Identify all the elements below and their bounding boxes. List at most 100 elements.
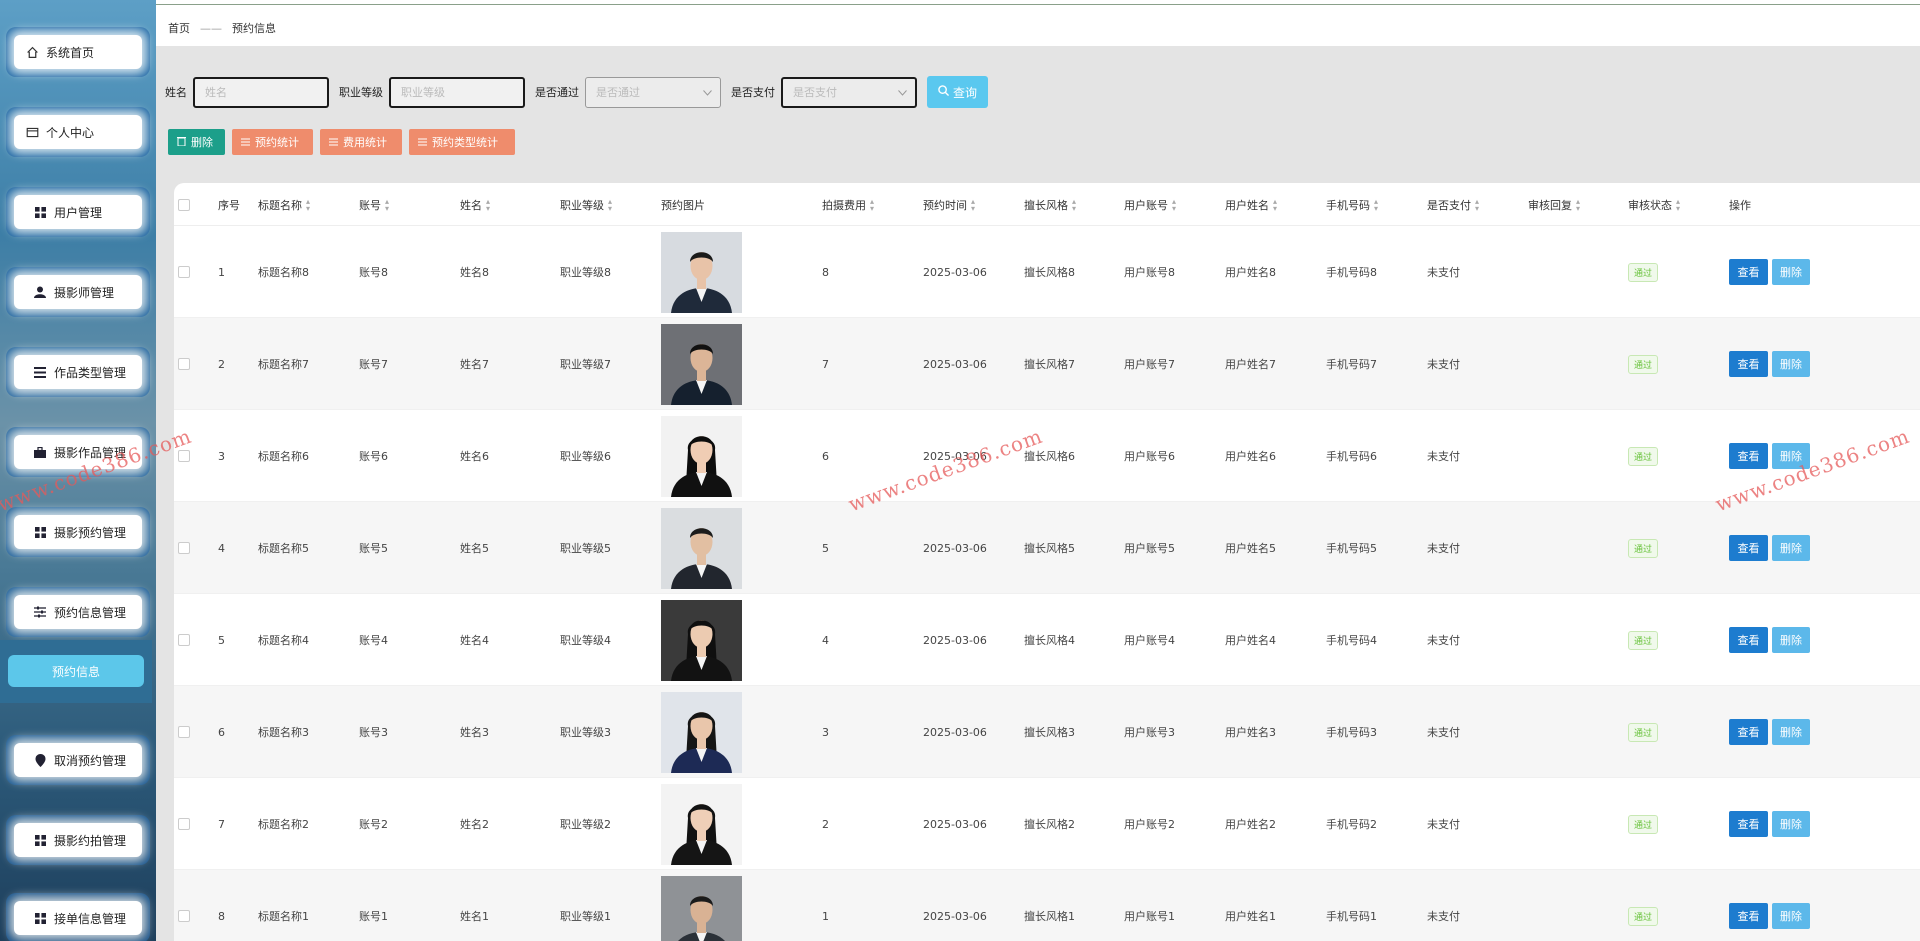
view-button[interactable]: 查看 bbox=[1729, 627, 1768, 653]
header-time[interactable]: 预约时间 ▴ ▾ bbox=[923, 183, 975, 226]
fee-stats-button[interactable]: 费用统计 bbox=[320, 129, 402, 155]
row-checkbox[interactable] bbox=[178, 318, 190, 410]
header-level[interactable]: 职业等级 ▴ ▾ bbox=[560, 183, 612, 226]
select-all-checkbox[interactable] bbox=[178, 183, 190, 226]
sidebar-item-label: 预约信息管理 bbox=[54, 605, 127, 620]
table-row: 7 标题名称2 账号2 姓名2 职业等级2 2 2025-03-06 擅长风格2 用户账号2 用户… bbox=[174, 778, 1920, 870]
row-checkbox[interactable] bbox=[178, 502, 190, 594]
row-checkbox[interactable] bbox=[178, 870, 190, 941]
row-delete-button[interactable]: 删除 bbox=[1772, 627, 1810, 653]
row-delete-button[interactable]: 删除 bbox=[1772, 535, 1810, 561]
view-button[interactable]: 查看 bbox=[1729, 811, 1768, 837]
sort-icon: ▴ ▾ bbox=[608, 196, 613, 213]
cell-actions: 查看 删除 bbox=[1729, 686, 1810, 778]
level-input[interactable]: 职业等级 bbox=[389, 76, 525, 108]
header-fee[interactable]: 拍摄费用 ▴ ▾ bbox=[822, 183, 874, 226]
pass-select-placeholder: 是否通过 bbox=[596, 86, 640, 99]
row-checkbox[interactable] bbox=[178, 686, 190, 778]
query-button[interactable]: 查询 bbox=[927, 76, 988, 108]
cell-actions: 查看 删除 bbox=[1729, 778, 1810, 870]
cell-phone: 手机号码2 bbox=[1326, 818, 1377, 831]
row-checkbox[interactable] bbox=[178, 594, 190, 686]
sidebar-item-photo-appointment-management[interactable]: 摄影约拍管理 bbox=[6, 815, 150, 865]
batch-delete-button[interactable]: 删除 bbox=[168, 129, 225, 155]
view-button[interactable]: 查看 bbox=[1729, 903, 1768, 929]
cell-name: 姓名2 bbox=[460, 818, 489, 831]
sidebar-item-cancel-booking-management[interactable]: 取消预约管理 bbox=[6, 735, 150, 785]
row-delete-button[interactable]: 删除 bbox=[1772, 351, 1810, 377]
sidebar-item-user-management[interactable]: 用户管理 bbox=[6, 187, 150, 237]
header-phone[interactable]: 手机号码 ▴ ▾ bbox=[1326, 183, 1378, 226]
cell-level: 职业等级7 bbox=[560, 358, 611, 371]
name-input[interactable]: 姓名 bbox=[193, 76, 329, 108]
cell-time: 2025-03-06 bbox=[923, 817, 987, 831]
cell-account: 账号4 bbox=[359, 634, 388, 647]
header-user-name[interactable]: 用户姓名 ▴ ▾ bbox=[1225, 183, 1277, 226]
header-actions: 操作 bbox=[1729, 198, 1751, 212]
row-delete-button[interactable]: 删除 bbox=[1772, 719, 1810, 745]
sidebar-item-home[interactable]: 系统首页 bbox=[6, 27, 150, 77]
portrait-image bbox=[661, 691, 742, 773]
cell-photo bbox=[661, 318, 742, 410]
header-reply[interactable]: 审核回复 ▴ ▾ bbox=[1528, 183, 1580, 226]
cell-name: 姓名4 bbox=[460, 634, 489, 647]
pass-select[interactable]: 是否通过 bbox=[585, 76, 721, 108]
cell-actions: 查看 删除 bbox=[1729, 226, 1810, 318]
header-account[interactable]: 账号 ▴ ▾ bbox=[359, 183, 389, 226]
cell-paid: 未支付 bbox=[1427, 910, 1460, 923]
pay-select[interactable]: 是否支付 bbox=[781, 76, 917, 108]
cell-user-name: 用户姓名8 bbox=[1225, 266, 1276, 279]
sidebar-item-photographer-management[interactable]: 摄影师管理 bbox=[6, 267, 150, 317]
row-checkbox[interactable] bbox=[178, 778, 190, 870]
row-delete-button[interactable]: 删除 bbox=[1772, 259, 1810, 285]
sidebar-item-work-type-management[interactable]: 作品类型管理 bbox=[6, 347, 150, 397]
cell-name: 姓名8 bbox=[460, 266, 489, 279]
header-title[interactable]: 标题名称 ▴ ▾ bbox=[258, 183, 310, 226]
view-button[interactable]: 查看 bbox=[1729, 719, 1768, 745]
sidebar-item-order-info-management[interactable]: 接单信息管理 bbox=[6, 893, 150, 941]
header-name[interactable]: 姓名 ▴ ▾ bbox=[460, 183, 490, 226]
view-button[interactable]: 查看 bbox=[1729, 351, 1768, 377]
view-button[interactable]: 查看 bbox=[1729, 443, 1768, 469]
cell-photo bbox=[661, 778, 742, 870]
cell-name: 姓名3 bbox=[460, 726, 489, 739]
cell-phone: 手机号码1 bbox=[1326, 910, 1377, 923]
cell-no: 6 bbox=[218, 725, 225, 739]
cell-level: 职业等级4 bbox=[560, 634, 611, 647]
sort-icon: ▴ ▾ bbox=[486, 196, 491, 213]
portrait-image bbox=[661, 599, 742, 681]
row-delete-button[interactable]: 删除 bbox=[1772, 903, 1810, 929]
cell-user-account: 用户账号2 bbox=[1124, 818, 1175, 831]
portrait-image bbox=[661, 231, 742, 313]
sidebar-item-label: 用户管理 bbox=[54, 205, 103, 220]
view-button[interactable]: 查看 bbox=[1729, 535, 1768, 561]
cell-title: 标题名称2 bbox=[258, 818, 309, 831]
cell-style: 擅长风格7 bbox=[1024, 358, 1075, 371]
cell-account: 账号7 bbox=[359, 358, 388, 371]
sidebar-item-booking-info-management[interactable]: 预约信息管理 bbox=[6, 587, 150, 637]
header-user-account[interactable]: 用户账号 ▴ ▾ bbox=[1124, 183, 1176, 226]
cell-style: 擅长风格1 bbox=[1024, 910, 1075, 923]
type-stats-button[interactable]: 预约类型统计 bbox=[409, 129, 515, 155]
header-paid[interactable]: 是否支付 ▴ ▾ bbox=[1427, 183, 1479, 226]
cell-paid: 未支付 bbox=[1427, 818, 1460, 831]
sidebar-item-label: 摄影师管理 bbox=[54, 285, 115, 300]
header-status[interactable]: 审核状态 ▴ ▾ bbox=[1628, 183, 1680, 226]
header-style[interactable]: 擅长风格 ▴ ▾ bbox=[1024, 183, 1076, 226]
table-row: 3 标题名称6 账号6 姓名6 职业等级6 6 2025-03-06 擅长风格6 用户账号6 用户… bbox=[174, 410, 1920, 502]
sidebar-item-photo-booking-management[interactable]: 摄影预约管理 bbox=[6, 507, 150, 557]
cell-title: 标题名称3 bbox=[258, 726, 309, 739]
row-delete-button[interactable]: 删除 bbox=[1772, 811, 1810, 837]
row-checkbox[interactable] bbox=[178, 226, 190, 318]
cell-phone: 手机号码4 bbox=[1326, 634, 1377, 647]
sidebar-item-personal-center[interactable]: 个人中心 bbox=[6, 107, 150, 157]
breadcrumb-home[interactable]: 首页 bbox=[168, 20, 190, 36]
view-button[interactable]: 查看 bbox=[1729, 259, 1768, 285]
booking-stats-button[interactable]: 预约统计 bbox=[232, 129, 313, 155]
cell-level: 职业等级2 bbox=[560, 818, 611, 831]
sidebar-subitem-booking-info[interactable]: 预约信息 bbox=[8, 655, 144, 687]
grid-icon bbox=[32, 524, 48, 540]
cell-account: 账号1 bbox=[359, 910, 388, 923]
pay-label: 是否支付 bbox=[731, 86, 775, 99]
cell-style: 擅长风格4 bbox=[1024, 634, 1075, 647]
